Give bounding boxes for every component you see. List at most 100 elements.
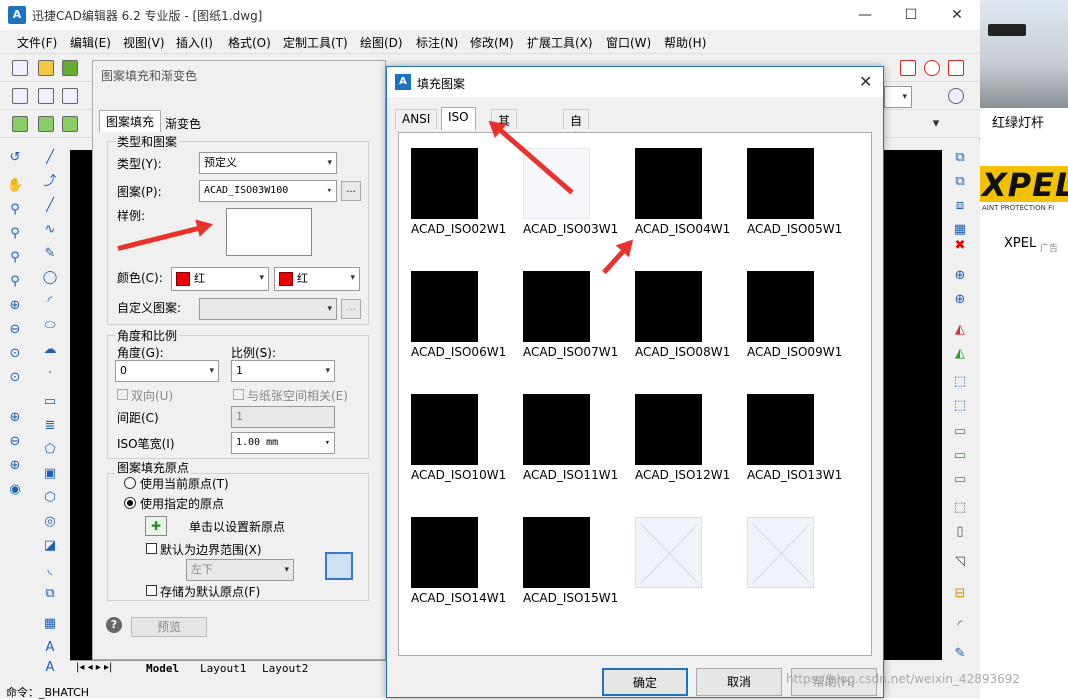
custom-browse-button[interactable]: ... [341, 299, 361, 319]
erase-icon[interactable]: ✖ [952, 238, 968, 254]
preview-button[interactable]: 预览 [131, 617, 207, 637]
angle-dropdown[interactable]: 0 ▾ [115, 360, 219, 382]
menu-help[interactable]: 帮助(H) [664, 34, 706, 51]
measure-icon[interactable]: ▯ [952, 524, 968, 540]
solid-box-icon[interactable] [12, 116, 28, 132]
pattern-cell[interactable]: ACAD_ISO08W1 [623, 256, 735, 376]
rectangle-icon[interactable]: ▭ [42, 394, 58, 410]
scale-icon[interactable]: ◭ [952, 346, 968, 362]
close-button[interactable]: ✕ [934, 0, 980, 30]
circle-tool-icon[interactable] [924, 60, 940, 76]
pattern-cell[interactable]: ACAD_ISO06W1 [399, 256, 511, 376]
maximize-button[interactable]: ☐ [888, 0, 934, 30]
spacing-input[interactable]: 1 [231, 406, 335, 428]
stretch-icon[interactable]: ⬚ [952, 374, 968, 390]
use-current-origin-radio[interactable] [124, 477, 136, 489]
layer-prev-icon[interactable] [62, 88, 78, 104]
edit-pen-icon[interactable]: ✎ [952, 646, 968, 662]
layer-state-icon[interactable] [38, 88, 54, 104]
paper-space-checkbox[interactable] [233, 389, 244, 400]
zoom-real-icon[interactable]: ⊕ [7, 458, 23, 474]
chamfer-icon[interactable]: ◹ [952, 554, 968, 570]
wipeout-icon[interactable]: ◪ [42, 538, 58, 554]
copy-icon[interactable]: ⧉ [952, 150, 968, 166]
ellipse-icon[interactable]: ⬭ [42, 318, 58, 334]
pattern-cell[interactable]: ACAD_ISO05W1 [735, 133, 847, 253]
open-folder-icon[interactable] [38, 60, 54, 76]
pattern-cell[interactable] [735, 502, 847, 622]
region-icon[interactable]: ▣ [42, 466, 58, 482]
pattern-cell[interactable]: ACAD_ISO04W1 [623, 133, 735, 253]
minimize-button[interactable]: — [842, 0, 888, 30]
zoom-extent-icon[interactable]: ⚲ [7, 250, 23, 266]
polygon-icon[interactable]: ⬠ [42, 442, 58, 458]
menu-extend[interactable]: 扩展工具(X) [527, 34, 593, 51]
circle-icon[interactable]: ◯ [42, 270, 58, 286]
pattern-cell[interactable]: ACAD_ISO14W1 [399, 502, 511, 622]
xpel-logo[interactable]: XPEL AINT PROTECTION FI [980, 160, 1068, 214]
menu-insert[interactable]: 插入(I) [176, 34, 213, 51]
pattern-cell[interactable]: ACAD_ISO10W1 [399, 379, 511, 499]
menu-file[interactable]: 文件(F) [17, 34, 57, 51]
pattern-cell[interactable]: ACAD_ISO09W1 [735, 256, 847, 376]
use-specified-origin-radio[interactable] [124, 497, 136, 509]
arc-icon[interactable] [948, 88, 964, 104]
type-dropdown[interactable]: 预定义 ▾ [199, 152, 337, 174]
close-icon[interactable]: ✕ [859, 72, 872, 91]
line-icon[interactable]: ╱ [42, 150, 58, 166]
zoom-all-icon[interactable]: ⊙ [7, 346, 23, 362]
point-icon[interactable]: · [42, 366, 58, 382]
boundary-position-dropdown[interactable]: 左下 ▾ [186, 559, 294, 581]
tab-layout2[interactable]: Layout2 [262, 662, 308, 675]
trim-icon[interactable] [900, 60, 916, 76]
polyline-icon[interactable]: ⤴ [42, 174, 58, 190]
dropdown-arrow-icon[interactable]: ▾ [928, 116, 944, 132]
traffic-light-photo[interactable] [980, 0, 1068, 108]
ad-caption-1[interactable]: 红绿灯杆 [992, 112, 1044, 131]
break-icon[interactable]: ▭ [952, 448, 968, 464]
join-icon[interactable]: ▭ [952, 472, 968, 488]
tab-iso[interactable]: ISO [441, 107, 476, 130]
bg-color-dropdown[interactable]: 红 ▾ [274, 267, 360, 291]
xline-icon[interactable]: ╱ [42, 198, 58, 214]
menu-view[interactable]: 视图(V) [123, 34, 165, 51]
zoom-in-icon[interactable]: ⊕ [7, 298, 23, 314]
perpendicular-icon[interactable] [948, 60, 964, 76]
mirror-copy-icon[interactable]: ⧉ [952, 174, 968, 190]
set-origin-icon[interactable]: ✚ [145, 516, 167, 536]
pattern-dropdown[interactable]: ACAD_ISO03W100 ▾ [199, 180, 337, 202]
zoom-out-icon[interactable]: ⊖ [7, 322, 23, 338]
zoom-center-icon[interactable]: ⊙ [7, 370, 23, 386]
menu-window[interactable]: 窗口(W) [606, 34, 651, 51]
mirror-icon[interactable]: ◭ [952, 322, 968, 338]
zoom-window-icon[interactable]: ⚲ [7, 226, 23, 242]
undo-icon[interactable]: ↺ [7, 150, 23, 166]
text-icon[interactable]: A [42, 640, 58, 656]
menu-format[interactable]: 格式(O) [228, 34, 271, 51]
pattern-cell[interactable]: ACAD_ISO15W1 [511, 502, 623, 622]
solid-cube-icon[interactable] [62, 116, 78, 132]
spline-icon[interactable]: ∿ [42, 222, 58, 238]
trim-tool-icon[interactable]: ⬚ [952, 398, 968, 414]
tab-ansi[interactable]: ANSI [395, 109, 438, 129]
store-default-checkbox[interactable] [146, 585, 157, 596]
default-boundary-checkbox[interactable] [146, 543, 157, 554]
bidirectional-checkbox[interactable] [117, 389, 128, 400]
swatch-preview[interactable] [226, 208, 312, 256]
arc-draw-icon[interactable]: ◜ [42, 294, 58, 310]
mtext-icon[interactable]: A [42, 660, 58, 676]
boundary-icon[interactable]: ⬡ [42, 490, 58, 506]
pattern-cell[interactable] [623, 502, 735, 622]
3d-box-icon[interactable]: ⬚ [952, 500, 968, 516]
dim-icon[interactable]: ⊟ [952, 586, 968, 602]
menu-edit[interactable]: 编辑(E) [70, 34, 111, 51]
color-dropdown[interactable]: 红 ▾ [171, 267, 269, 291]
menu-tools[interactable]: 定制工具(T) [283, 34, 348, 51]
linetype-dropdown[interactable]: ▾ [884, 86, 912, 108]
pattern-cell[interactable]: ACAD_ISO13W1 [735, 379, 847, 499]
layer-icon[interactable] [12, 88, 28, 104]
gradient-icon[interactable]: ▦ [42, 616, 58, 632]
menu-draw[interactable]: 绘图(D) [360, 34, 403, 51]
save-icon[interactable] [62, 60, 78, 76]
scale-dropdown[interactable]: 1 ▾ [231, 360, 335, 382]
